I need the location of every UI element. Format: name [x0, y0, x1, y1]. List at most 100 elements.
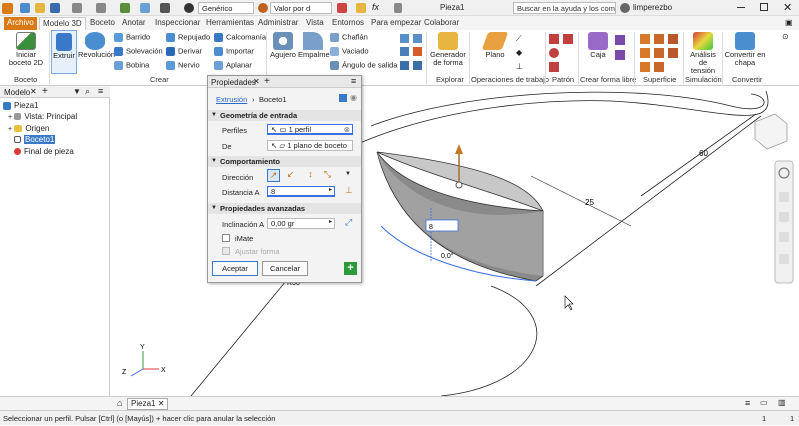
apply-plus-icon[interactable]: +	[344, 262, 357, 275]
perfiles-selector[interactable]: ↖ ▭ 1 perfil ⊗	[267, 124, 353, 135]
direction-asymmetric-button[interactable]: ⤡	[321, 169, 334, 182]
ucs-icon[interactable]: ⊥	[516, 62, 523, 71]
taper-flip-icon[interactable]: ⤢	[345, 217, 352, 228]
modify-extra-icon[interactable]	[400, 61, 409, 70]
import-button[interactable]: Importar	[214, 47, 254, 56]
shape-generator-button[interactable]: Generador de forma	[428, 32, 468, 67]
box-button[interactable]: Caja	[584, 32, 612, 59]
aceptar-button[interactable]: Aceptar	[212, 261, 258, 276]
stress-analysis-button[interactable]: Análisis de tensión	[686, 32, 720, 75]
section-avanzadas[interactable]: ▼ Propiedades avanzadas	[208, 203, 361, 214]
tab-propiedades[interactable]: Propiedades	[211, 78, 256, 87]
breadcrumb-link[interactable]: Extrusión	[216, 95, 247, 104]
tab-herramientas[interactable]: Herramientas	[203, 17, 257, 30]
section-geometria[interactable]: ▼ Geometría de entrada	[208, 110, 361, 121]
direction-default-button[interactable]: ↗	[267, 169, 280, 182]
open-icon[interactable]	[35, 3, 45, 13]
update-icon[interactable]	[140, 3, 150, 13]
tree-item-vista[interactable]: + Vista: Principal	[8, 112, 77, 121]
derive-button[interactable]: Derivar	[166, 47, 202, 56]
rect-pattern-icon[interactable]	[549, 34, 559, 44]
sweep-button[interactable]: Barrido	[114, 33, 150, 42]
tab-layout-icon[interactable]: ▭	[760, 398, 768, 407]
preset-icon[interactable]	[339, 94, 347, 102]
surface-icon[interactable]	[654, 34, 664, 44]
redo-icon[interactable]	[96, 3, 106, 13]
surface-icon[interactable]	[668, 34, 678, 44]
surface-icon[interactable]	[640, 48, 650, 58]
freeform-icon[interactable]	[615, 50, 625, 60]
look-at-icon[interactable]	[779, 254, 789, 264]
surface-icon[interactable]	[640, 62, 650, 72]
viewcube[interactable]	[754, 113, 788, 150]
circ-pattern-icon[interactable]	[549, 48, 559, 58]
save-icon[interactable]	[50, 3, 60, 13]
material-combo[interactable]: Genérico	[198, 2, 254, 14]
point-icon[interactable]: ◆	[516, 48, 522, 57]
direction-flipped-button[interactable]: ↙	[284, 169, 297, 182]
imate-checkbox[interactable]	[222, 234, 230, 242]
mirror-icon[interactable]	[549, 62, 559, 72]
modify-extra-icon[interactable]	[413, 34, 422, 43]
clear-selection-icon[interactable]: ⊗	[344, 125, 350, 134]
loft-button[interactable]: Solevación	[114, 47, 163, 56]
close-icon[interactable]: ✕	[783, 1, 792, 14]
modify-extra-icon[interactable]	[400, 47, 409, 56]
modify-extra-icon[interactable]	[413, 47, 422, 56]
distance-measure-icon[interactable]: ⊥	[345, 185, 353, 196]
clear-appearance-icon[interactable]	[337, 3, 347, 13]
taper-options-icon[interactable]: ▸	[329, 218, 332, 225]
tab-entornos[interactable]: Entornos	[329, 17, 367, 30]
axis-icon[interactable]: ⟋	[516, 34, 522, 44]
plane-button[interactable]: Plano	[478, 32, 512, 59]
tab-administrar[interactable]: Administrar	[255, 17, 301, 30]
shell-button[interactable]: Vaciado	[330, 47, 369, 56]
home-icon[interactable]	[120, 3, 130, 13]
start-sketch-button[interactable]: Iniciar boceto 2D	[4, 32, 48, 67]
tab-split-icon[interactable]: ▥	[778, 398, 786, 407]
doc-tab-pieza1[interactable]: Pieza1 ✕	[127, 398, 169, 410]
inclinacion-input[interactable]: 0,00 gr	[267, 218, 335, 229]
tab-anotar[interactable]: Anotar	[119, 17, 149, 30]
fx-button[interactable]: fx	[372, 2, 379, 12]
freeform-icon[interactable]	[615, 35, 625, 45]
ribbon-collapse-icon[interactable]: ⊙	[782, 32, 789, 41]
hole-button[interactable]: Agujero	[268, 32, 298, 59]
tree-item-boceto1[interactable]: Boceto1	[14, 135, 56, 144]
add-props-icon[interactable]: +	[264, 76, 270, 87]
tab-para-empezar[interactable]: Para empezar	[368, 17, 424, 30]
modify-extra-icon[interactable]	[400, 34, 409, 43]
orbit-icon[interactable]	[779, 232, 789, 242]
ribbon-toggle-icon[interactable]: ▣	[785, 18, 793, 27]
close-props-icon[interactable]: ✕	[253, 77, 260, 86]
adjust-icon[interactable]	[356, 3, 366, 13]
maximize-icon[interactable]	[760, 3, 768, 11]
chamfer-button[interactable]: Chaflán	[330, 33, 368, 42]
coil-button[interactable]: Bobina	[114, 61, 149, 70]
unwrap-button[interactable]: Aplanar	[214, 61, 252, 70]
help-search-input[interactable]: Buscar en la ayuda y los comand	[513, 2, 616, 14]
visibility-icon[interactable]: ◉	[350, 93, 357, 102]
draft-button[interactable]: Ángulo de salida	[330, 61, 397, 70]
tree-item-pieza[interactable]: Pieza1	[3, 101, 38, 110]
tab-vista[interactable]: Vista	[303, 17, 327, 30]
addin-icon[interactable]	[394, 3, 402, 13]
cancelar-button[interactable]: Cancelar	[262, 261, 308, 276]
minimize-icon[interactable]	[737, 7, 745, 8]
distance-options-icon[interactable]: ▸	[329, 186, 332, 193]
modify-extra-icon[interactable]	[413, 61, 422, 70]
distancia-input[interactable]: 8	[267, 186, 335, 197]
close-browser-icon[interactable]: ✕	[30, 87, 37, 96]
de-selector[interactable]: ↖ ▱ 1 plano de boceto	[267, 140, 353, 151]
tab-inspeccionar[interactable]: Inspeccionar	[152, 17, 203, 30]
rib-button[interactable]: Nervio	[166, 61, 200, 70]
undo-icon[interactable]	[72, 3, 82, 13]
sketch-pattern-icon[interactable]	[563, 34, 573, 44]
home-tab-icon[interactable]: ⌂	[117, 398, 122, 408]
new-icon[interactable]	[20, 3, 30, 13]
select-icon[interactable]	[160, 3, 170, 13]
user-name[interactable]: limperezbo	[633, 3, 672, 12]
fillet-button[interactable]: Empalme	[298, 32, 330, 59]
surface-icon[interactable]	[654, 48, 664, 58]
surface-icon[interactable]	[668, 48, 678, 58]
